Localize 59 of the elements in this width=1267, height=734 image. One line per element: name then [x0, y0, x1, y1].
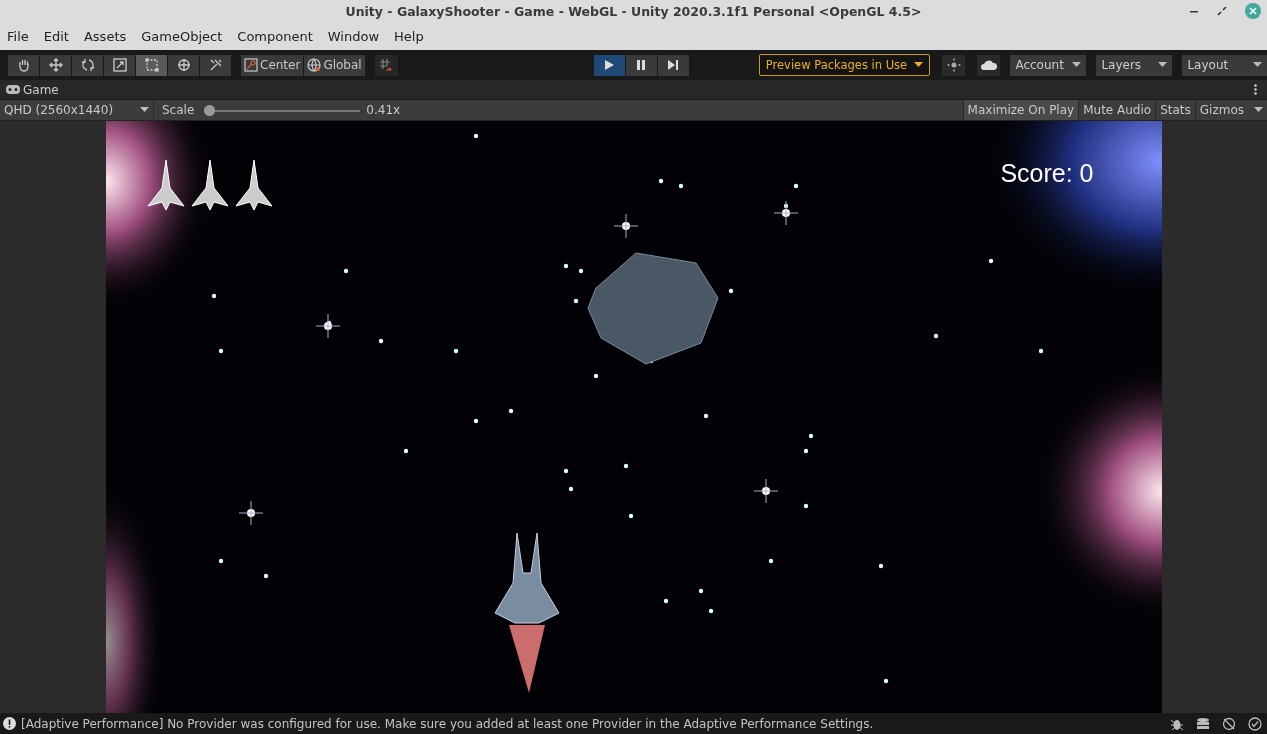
scale-value: 0.41x: [366, 103, 401, 117]
transform-tool-button[interactable]: [168, 54, 199, 76]
menu-item[interactable]: Edit: [43, 28, 69, 44]
grid-snap-icon: [379, 58, 394, 72]
window-title: Unity - GalaxyShooter - Game - WebGL - Unity 2020.3.1f1 Personal <OpenGL 4.5>: [345, 3, 922, 19]
hand-tool-button[interactable]: [8, 54, 39, 76]
rect-tool-button[interactable]: [136, 54, 167, 76]
scale-label: Scale: [162, 103, 195, 117]
scale-tool-button[interactable]: [104, 54, 135, 76]
play-button[interactable]: [593, 54, 625, 76]
menu-item[interactable]: GameObject: [141, 28, 223, 44]
transform-icon: [176, 58, 191, 72]
caret-icon: [1072, 62, 1082, 68]
center-pivot-button[interactable]: Center: [241, 54, 304, 76]
score-text: Score: 0: [1000, 159, 1094, 188]
pause-button[interactable]: [625, 54, 657, 76]
caret-icon: [1158, 62, 1168, 68]
more-options-icon[interactable]: [1254, 84, 1257, 95]
gamepad-icon: [6, 85, 20, 94]
step-icon: [667, 59, 680, 71]
sun-icon: [946, 58, 961, 72]
caret-icon: [140, 107, 149, 113]
game-view-toggle[interactable]: Maximize On Play: [962, 100, 1079, 120]
custom-tool-button[interactable]: [200, 54, 231, 76]
close-icon[interactable]: [1245, 3, 1261, 19]
play-icon: [603, 59, 616, 71]
caret-icon: [914, 62, 924, 68]
check-circle-icon[interactable]: [1248, 716, 1262, 731]
restore-icon[interactable]: [1217, 6, 1227, 16]
caret-icon: [1253, 62, 1262, 68]
move-icon: [48, 58, 63, 72]
global-pivot-button[interactable]: Global: [304, 54, 365, 76]
rotate-tool-button[interactable]: [72, 54, 103, 76]
preview-packages-dropdown[interactable]: Preview Packages in Use: [758, 54, 931, 76]
hand-icon: [16, 58, 31, 72]
pause-icon: [635, 59, 648, 71]
menu-item[interactable]: Component: [237, 28, 313, 44]
menu-item[interactable]: Help: [394, 28, 424, 44]
scale-icon: [112, 58, 127, 72]
globe-icon: [307, 58, 322, 72]
slider-thumb[interactable]: [204, 104, 216, 116]
rotate-icon: [80, 58, 95, 72]
warning-icon: [3, 717, 16, 730]
pivot-icon: [244, 58, 258, 72]
toolbar-dropdown[interactable]: Layers: [1096, 54, 1173, 76]
cloud-button[interactable]: [977, 54, 1001, 76]
caret-icon[interactable]: [1254, 107, 1263, 113]
rect-icon: [144, 58, 159, 72]
services-button[interactable]: [942, 54, 966, 76]
step-button[interactable]: [657, 54, 689, 76]
grid-snap-button[interactable]: [374, 54, 398, 76]
menu-item[interactable]: Window: [327, 28, 380, 44]
game-tab[interactable]: Game: [6, 82, 59, 97]
toolbar-dropdown[interactable]: Account: [1010, 54, 1087, 76]
cloud-icon: [980, 59, 997, 71]
menu-item[interactable]: Assets: [83, 28, 127, 44]
move-tool-button[interactable]: [40, 54, 71, 76]
menu-item[interactable]: File: [7, 28, 29, 44]
toolbar-dropdown[interactable]: Layout: [1182, 54, 1267, 76]
